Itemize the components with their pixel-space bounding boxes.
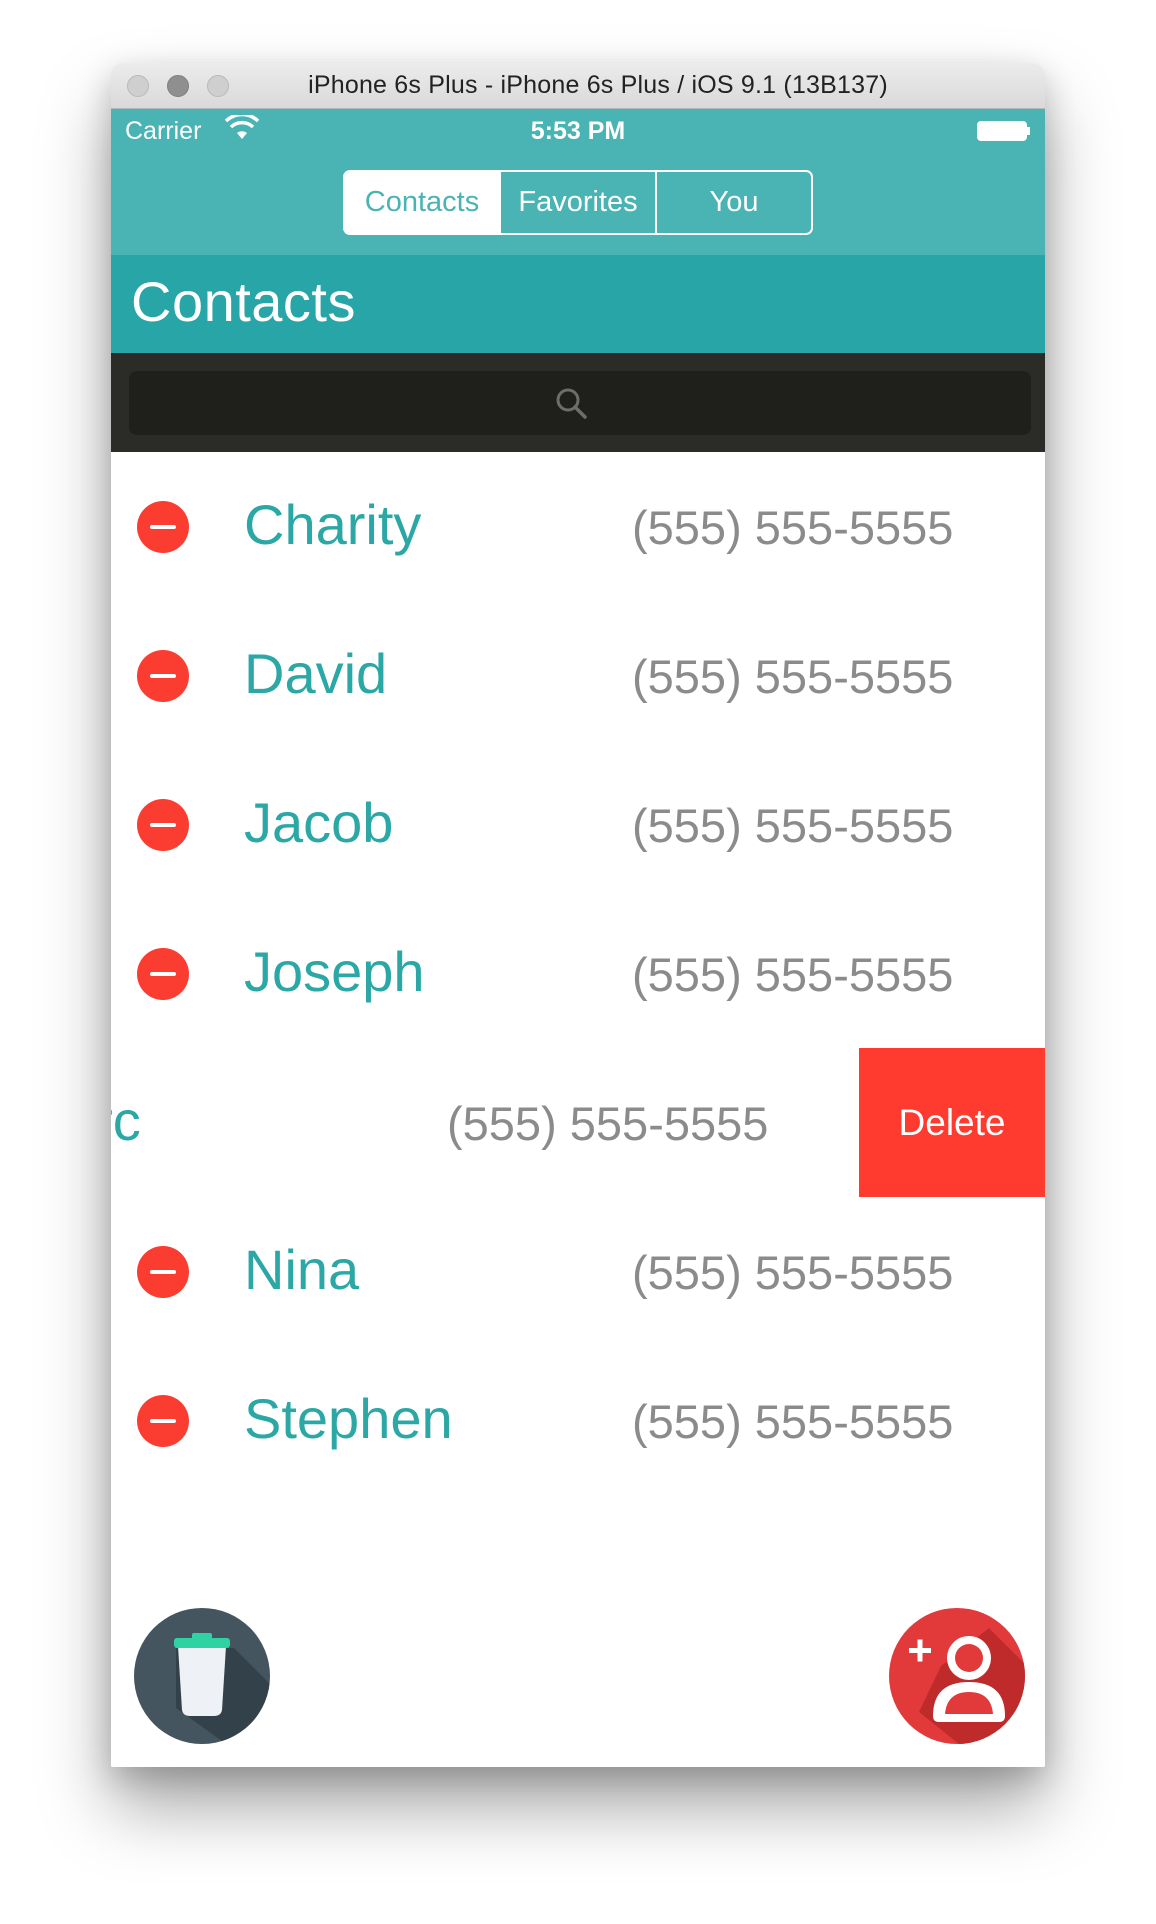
contact-phone: (555) 555-5555 <box>632 799 954 852</box>
contact-name: David <box>244 642 388 705</box>
status-bar: Carrier 5:53 PM <box>111 109 1045 153</box>
contact-name: Charity <box>244 493 422 556</box>
contact-name: arc <box>111 1089 141 1152</box>
status-time: 5:53 PM <box>530 117 626 145</box>
trash-button[interactable] <box>134 1608 270 1744</box>
delete-toggle-icon[interactable] <box>137 1246 189 1298</box>
add-person-icon <box>909 1628 1025 1744</box>
navigation-bar: Carrier 5:53 PM Contacts Favorites You <box>111 109 1045 255</box>
contact-phone: (555) 555-5555 <box>632 501 954 554</box>
contact-row[interactable]: David (555) 555-5555 <box>111 601 1045 750</box>
contact-row[interactable]: Stephen (555) 555-5555 <box>111 1346 1045 1495</box>
tab-favorites[interactable]: Favorites <box>499 172 655 233</box>
segmented-control: Contacts Favorites You <box>343 170 813 235</box>
search-bar <box>111 353 1045 452</box>
contact-phone: (555) 555-5555 <box>632 650 954 703</box>
delete-toggle-icon[interactable] <box>137 1395 189 1447</box>
contact-phone: (555) 555-5555 <box>632 948 954 1001</box>
tab-contacts[interactable]: Contacts <box>345 172 499 233</box>
simulator-window: iPhone 6s Plus - iPhone 6s Plus / iOS 9.… <box>111 63 1045 1767</box>
tab-you[interactable]: You <box>655 172 811 233</box>
contact-name: Joseph <box>244 940 425 1003</box>
page-title: Contacts <box>131 270 356 333</box>
battery-icon <box>977 121 1030 141</box>
window-title: iPhone 6s Plus - iPhone 6s Plus / iOS 9.… <box>308 71 888 99</box>
contact-row[interactable]: Jacob (555) 555-5555 <box>111 750 1045 899</box>
contact-row-swiped[interactable]: arc (555) 555-5555 Delete <box>111 1048 1045 1197</box>
contact-phone: (555) 555-5555 <box>632 1246 954 1299</box>
delete-toggle-icon[interactable] <box>137 948 189 1000</box>
contact-phone: (555) 555-5555 <box>447 1097 769 1150</box>
trash-icon <box>174 1633 270 1744</box>
device-screen: Carrier 5:53 PM Contacts Favorites You C… <box>111 109 1045 1767</box>
title-bar: Contacts <box>111 255 1045 353</box>
window-titlebar: iPhone 6s Plus - iPhone 6s Plus / iOS 9.… <box>111 63 1045 109</box>
add-contact-button[interactable] <box>889 1608 1025 1744</box>
search-icon <box>556 388 587 419</box>
contact-row[interactable]: Charity (555) 555-5555 <box>111 452 1045 601</box>
contacts-list: Charity (555) 555-5555 David (555) 555-5… <box>111 452 1045 1495</box>
contact-row[interactable]: Nina (555) 555-5555 <box>111 1197 1045 1346</box>
contact-name: Stephen <box>244 1387 453 1450</box>
contact-row[interactable]: Joseph (555) 555-5555 <box>111 899 1045 1048</box>
delete-toggle-icon[interactable] <box>137 501 189 553</box>
delete-button[interactable]: Delete <box>859 1048 1045 1197</box>
contact-phone: (555) 555-5555 <box>632 1395 954 1448</box>
contact-name: Jacob <box>244 791 394 854</box>
contact-name: Nina <box>244 1238 360 1301</box>
delete-toggle-icon[interactable] <box>137 799 189 851</box>
delete-toggle-icon[interactable] <box>137 650 189 702</box>
